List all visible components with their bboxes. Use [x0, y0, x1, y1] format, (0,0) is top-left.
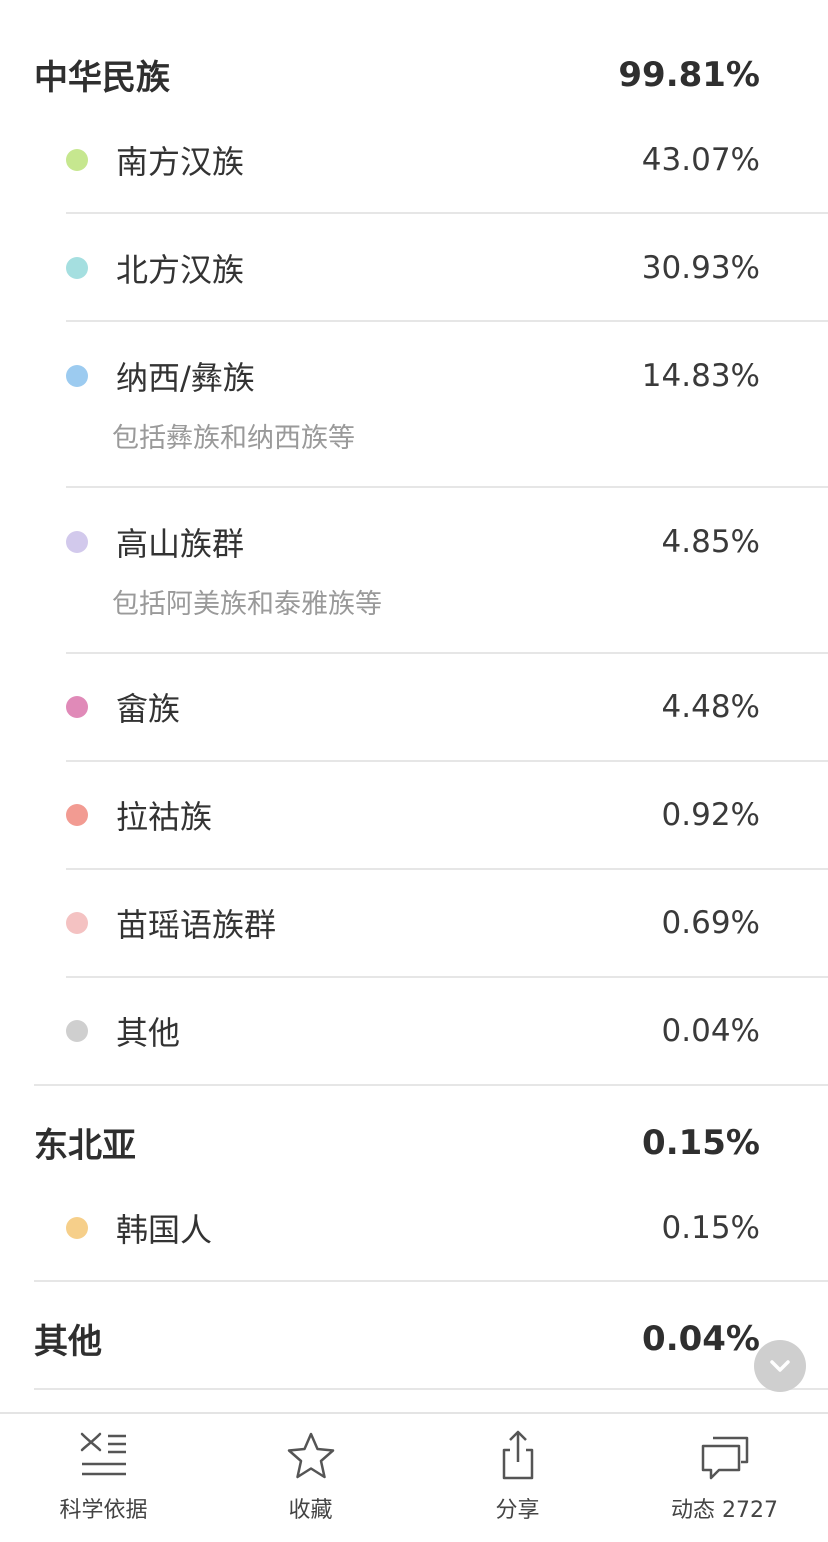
population-row-other[interactable]: 其他 0.04% [66, 1001, 760, 1061]
population-label: 韩国人 [116, 1211, 213, 1249]
group-name: 其他 [34, 1322, 102, 1362]
divider [66, 868, 828, 870]
divider [66, 976, 828, 978]
population-note: 包括彝族和纳西族等 [112, 423, 355, 454]
population-value: 4.48% [661, 689, 760, 725]
population-label: 北方汉族 [116, 251, 245, 289]
color-dot [66, 804, 88, 826]
population-row-southern-han[interactable]: 南方汉族 43.07% [66, 130, 760, 190]
population-value: 0.92% [661, 797, 760, 833]
tab-science[interactable]: 科学依据 [0, 1414, 207, 1542]
divider [66, 486, 828, 488]
color-dot [66, 531, 88, 553]
tab-activity[interactable]: 动态 2727 [621, 1414, 828, 1542]
chat-bubbles-icon [701, 1436, 748, 1480]
population-value: 4.85% [661, 524, 760, 560]
group-value: 99.81% [618, 54, 760, 95]
color-dot [66, 696, 88, 718]
divider [66, 212, 828, 214]
population-label: 南方汉族 [116, 143, 245, 181]
population-value: 0.69% [661, 905, 760, 941]
population-label: 其他 [116, 1014, 181, 1052]
population-value: 14.83% [641, 358, 760, 394]
population-value: 0.15% [661, 1210, 760, 1246]
population-row-she[interactable]: 畲族 4.48% [66, 677, 760, 737]
dna-list-icon [80, 1432, 126, 1476]
tab-science-label: 科学依据 [59, 1498, 148, 1523]
group-name: 中华民族 [34, 58, 170, 98]
color-dot [66, 912, 88, 934]
divider [34, 1388, 828, 1390]
population-row-highland[interactable]: 高山族群 4.85% [66, 512, 760, 572]
population-row-northern-han[interactable]: 北方汉族 30.93% [66, 238, 760, 298]
star-icon [287, 1432, 334, 1479]
population-row-lahu[interactable]: 拉祜族 0.92% [66, 785, 760, 845]
population-value: 0.04% [661, 1013, 760, 1049]
tab-favorite[interactable]: 收藏 [207, 1414, 414, 1542]
population-value: 43.07% [641, 142, 760, 178]
tab-activity-label: 动态 2727 [671, 1498, 778, 1523]
group-value: 0.04% [642, 1318, 760, 1359]
color-dot [66, 257, 88, 279]
color-dot [66, 1020, 88, 1042]
group-value: 0.15% [642, 1122, 760, 1163]
population-label: 苗瑶语族群 [116, 906, 277, 944]
population-label: 畲族 [116, 690, 181, 728]
group-header-chinese[interactable]: 中华民族 99.81% [34, 50, 760, 99]
bottom-tab-bar: 科学依据 收藏 分享 动态 2727 [0, 1412, 828, 1542]
divider [34, 1280, 828, 1282]
population-note: 包括阿美族和泰雅族等 [112, 589, 382, 620]
group-header-other[interactable]: 其他 0.04% [34, 1314, 760, 1363]
scroll-down-button[interactable] [754, 1340, 806, 1392]
divider [34, 1084, 828, 1086]
color-dot [66, 149, 88, 171]
population-label: 拉祜族 [116, 798, 213, 836]
population-row-naxi-yi[interactable]: 纳西/彝族 14.83% [66, 346, 760, 406]
population-value: 30.93% [641, 250, 760, 286]
ancestry-composition-page: 中华民族 99.81% 南方汉族 43.07% 北方汉族 30.93% 纳西/彝… [0, 0, 828, 1542]
tab-share-label: 分享 [495, 1498, 540, 1523]
divider [66, 760, 828, 762]
divider [66, 320, 828, 322]
tab-share[interactable]: 分享 [414, 1414, 621, 1542]
share-icon [502, 1430, 533, 1480]
group-header-northeast-asia[interactable]: 东北亚 0.15% [34, 1118, 760, 1167]
color-dot [66, 1217, 88, 1239]
population-row-korean[interactable]: 韩国人 0.15% [66, 1198, 760, 1258]
population-label: 纳西/彝族 [116, 359, 255, 397]
chevron-down-icon [770, 1360, 790, 1372]
population-label: 高山族群 [116, 525, 245, 563]
divider [66, 652, 828, 654]
color-dot [66, 365, 88, 387]
tab-favorite-label: 收藏 [288, 1498, 333, 1523]
population-row-hmong-mien[interactable]: 苗瑶语族群 0.69% [66, 893, 760, 953]
group-name: 东北亚 [34, 1126, 136, 1166]
